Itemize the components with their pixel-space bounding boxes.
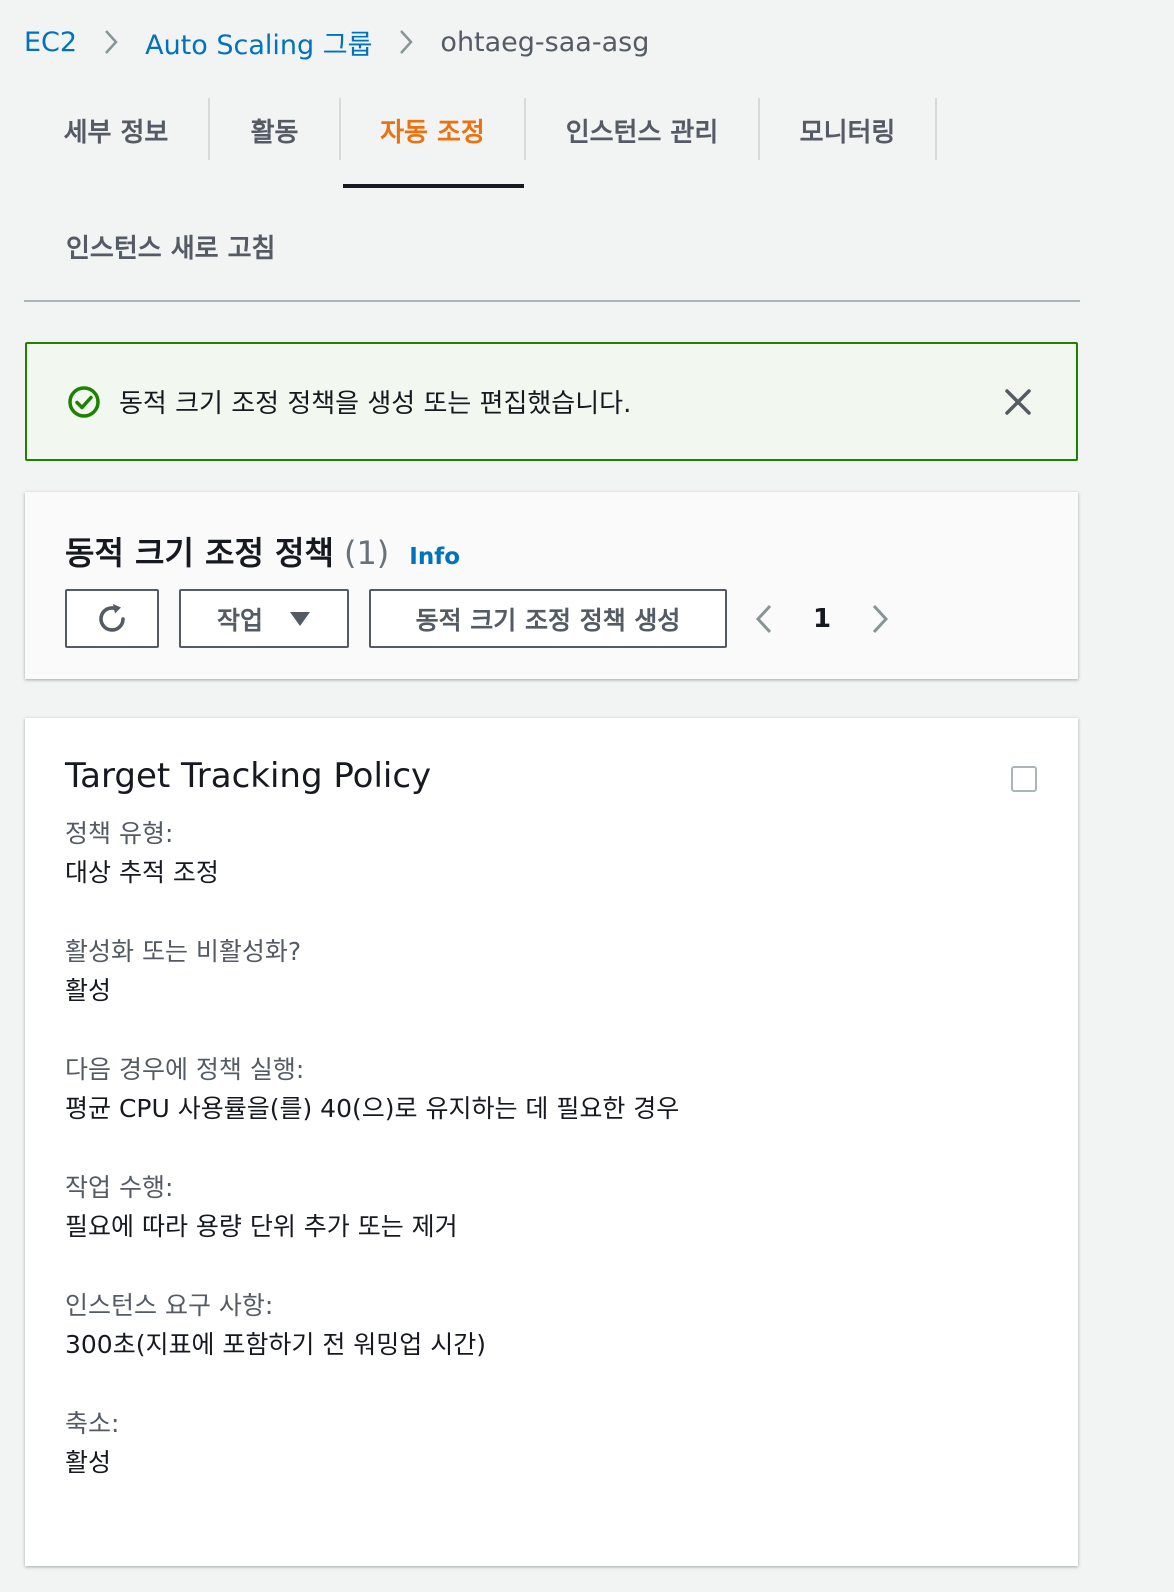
info-link[interactable]: Info — [409, 544, 460, 570]
tab-activity[interactable]: 활동 — [210, 98, 339, 188]
page-number[interactable]: 1 — [813, 604, 831, 634]
field-label: 다음 경우에 정책 실행: — [65, 1055, 305, 1084]
success-flashbar: 동적 크기 조정 정책을 생성 또는 편집했습니다. — [25, 342, 1078, 461]
close-icon[interactable] — [1004, 388, 1032, 416]
tab-details[interactable]: 세부 정보 — [24, 98, 208, 188]
tab-instance-refresh[interactable]: 인스턴스 새로 고침 — [66, 228, 275, 265]
flash-message: 동적 크기 조정 정책을 생성 또는 편집했습니다. — [119, 389, 632, 419]
policy-select-checkbox[interactable] — [1011, 766, 1037, 792]
tabs-divider — [24, 300, 1080, 302]
policy-count: (1) — [343, 534, 390, 572]
field-value: 평균 CPU 사용률을(를) 40(으)로 유지하는 데 필요한 경우 — [65, 1094, 680, 1123]
refresh-icon — [94, 601, 130, 637]
chevron-left-icon[interactable] — [745, 603, 783, 635]
field-policy-type: 정책 유형: 대상 추적 조정 — [65, 816, 679, 934]
chevron-right-icon[interactable] — [861, 603, 899, 635]
field-label: 인스턴스 요구 사항: — [65, 1291, 274, 1320]
field-label: 작업 수행: — [65, 1173, 174, 1202]
panel-header: 동적 크기 조정 정책 (1) Info — [65, 528, 460, 574]
tab-automatic-scaling[interactable]: 자동 조정 — [341, 98, 524, 188]
field-instance-warmup: 인스턴스 요구 사항: 300초(지표에 포함하기 전 워밍업 시간) — [65, 1288, 679, 1406]
tab-monitoring[interactable]: 모니터링 — [760, 98, 935, 188]
field-scale-in: 축소: 활성 — [65, 1406, 679, 1524]
pagination: 1 — [745, 589, 899, 648]
field-take-action: 작업 수행: 필요에 따라 용량 단위 추가 또는 제거 — [65, 1170, 679, 1288]
field-value: 활성 — [65, 1448, 112, 1477]
breadcrumb-current: ohtaeg-saa-asg — [440, 26, 650, 58]
breadcrumb-auto-scaling-groups[interactable]: Auto Scaling 그룹 — [145, 23, 372, 62]
tab-bar: 세부 정보 활동 자동 조정 인스턴스 관리 모니터링 인스턴스 새로 고침 — [24, 98, 1080, 302]
actions-dropdown-button[interactable]: 작업 — [179, 589, 349, 648]
success-check-icon — [67, 385, 101, 419]
policy-card: Target Tracking Policy 정책 유형: 대상 추적 조정 활… — [25, 718, 1078, 1566]
panel-title: 동적 크기 조정 정책 — [65, 534, 334, 572]
dynamic-scaling-policies-panel: 동적 크기 조정 정책 (1) Info 작업 동적 크기 조정 정책 생성 1 — [25, 492, 1078, 679]
refresh-button[interactable] — [65, 589, 159, 648]
field-label: 정책 유형: — [65, 819, 174, 848]
tab-divider — [935, 98, 937, 160]
policy-details: 정책 유형: 대상 추적 조정 활성화 또는 비활성화? 활성 다음 경우에 정… — [65, 816, 679, 1524]
breadcrumb-ec2[interactable]: EC2 — [24, 27, 77, 58]
actions-label: 작업 — [216, 605, 263, 635]
breadcrumb: EC2 Auto Scaling 그룹 ohtaeg-saa-asg — [24, 22, 649, 62]
policy-title: Target Tracking Policy — [65, 756, 432, 796]
chevron-right-icon — [103, 28, 119, 56]
field-value: 300초(지표에 포함하기 전 워밍업 시간) — [65, 1330, 487, 1359]
field-label: 축소: — [65, 1409, 120, 1438]
create-dynamic-scaling-policy-button[interactable]: 동적 크기 조정 정책 생성 — [369, 589, 727, 648]
field-value: 활성 — [65, 976, 112, 1005]
field-enabled: 활성화 또는 비활성화? 활성 — [65, 934, 679, 1052]
field-value: 대상 추적 조정 — [65, 858, 219, 887]
caret-down-icon — [289, 604, 311, 633]
field-value: 필요에 따라 용량 단위 추가 또는 제거 — [65, 1212, 458, 1241]
tab-instance-management[interactable]: 인스턴스 관리 — [526, 98, 758, 188]
field-execute-when: 다음 경우에 정책 실행: 평균 CPU 사용률을(를) 40(으)로 유지하는… — [65, 1052, 679, 1170]
field-label: 활성화 또는 비활성화? — [65, 937, 302, 966]
chevron-right-icon — [398, 28, 414, 56]
